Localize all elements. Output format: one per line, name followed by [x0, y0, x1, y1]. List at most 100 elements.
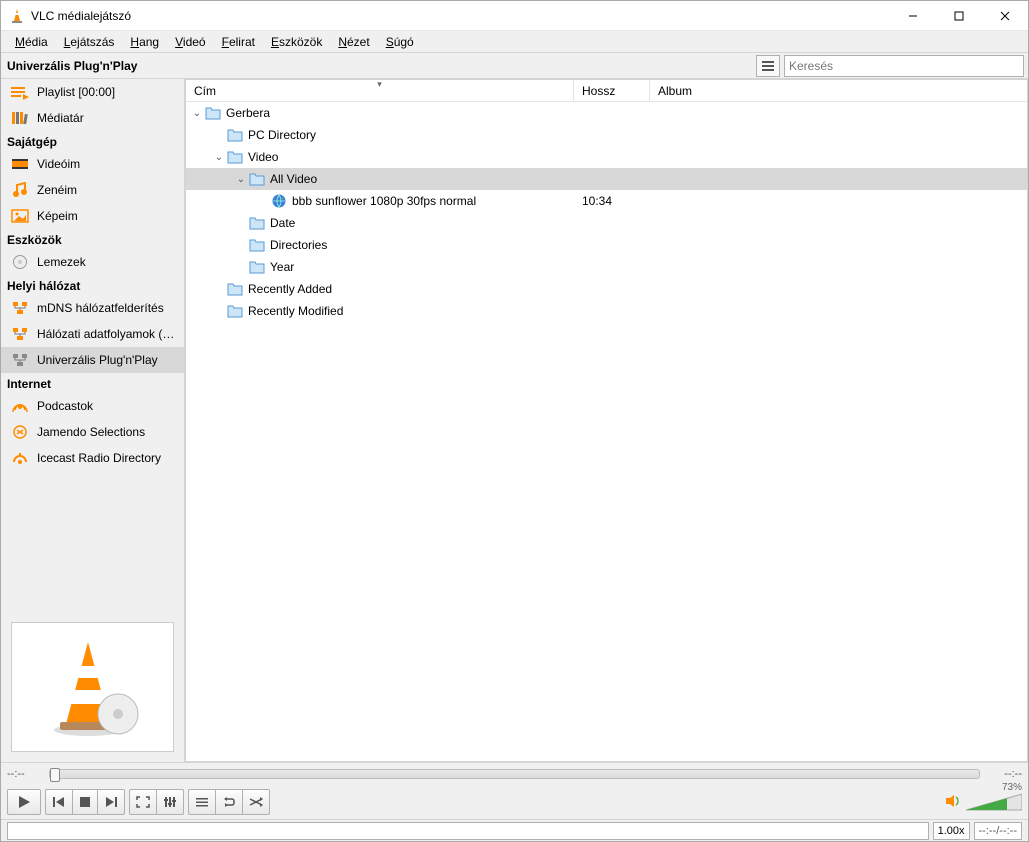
sidebar: Playlist [00:00] Médiatár Sajátgép Videóim Z… — [1, 79, 185, 762]
folder-icon — [248, 215, 266, 231]
tree-label: PC Directory — [248, 128, 316, 142]
media-tree: ⌄GerberaPC Directory⌄Video⌄All Videobbb … — [186, 102, 1027, 761]
sidebar-item-library[interactable]: Médiatár — [1, 105, 184, 131]
sidebar-header: Sajátgép — [1, 131, 184, 151]
sidebar-item-jamendo[interactable]: Jamendo Selections — [1, 419, 184, 445]
sidebar-item-label: Videóim — [37, 157, 80, 171]
menu-hang[interactable]: Hang — [122, 33, 167, 51]
sidebar-item-label: Zenéim — [37, 183, 77, 197]
playlist-button[interactable] — [188, 789, 215, 815]
pictures-icon — [11, 207, 29, 225]
mute-button[interactable] — [944, 793, 962, 812]
menu-eszközök[interactable]: Eszközök — [263, 33, 330, 51]
tree-label: Directories — [270, 238, 327, 252]
sidebar-item-label: Médiatár — [37, 111, 84, 125]
sidebar-item-podcast[interactable]: Podcastok — [1, 393, 184, 419]
sidebar-item-label: Képeim — [37, 209, 78, 223]
time-display[interactable]: --:--/--:-- — [974, 822, 1022, 840]
expander-icon[interactable]: ⌄ — [212, 152, 226, 163]
volume-slider[interactable]: 73% — [966, 792, 1022, 812]
folder-icon — [226, 281, 244, 297]
sidebar-header: Internet — [1, 373, 184, 393]
next-button[interactable] — [97, 789, 125, 815]
sidebar-item-pictures[interactable]: Képeim — [1, 203, 184, 229]
tree-row[interactable]: Recently Modified — [186, 300, 1027, 322]
tree-row[interactable]: Directories — [186, 234, 1027, 256]
menu-média[interactable]: Média — [7, 33, 56, 51]
menu-súgó[interactable]: Súgó — [378, 33, 422, 51]
seek-slider[interactable] — [49, 769, 980, 779]
menu-videó[interactable]: Videó — [167, 33, 213, 51]
expander-icon[interactable]: ⌄ — [234, 174, 248, 185]
maximize-button[interactable] — [936, 1, 982, 31]
sidebar-item-video[interactable]: Videóim — [1, 151, 184, 177]
tree-row[interactable]: Recently Added — [186, 278, 1027, 300]
column-headers: Cím ▾ Hossz Album — [186, 80, 1027, 102]
tree-row[interactable]: Date — [186, 212, 1027, 234]
view-mode-button[interactable] — [756, 55, 780, 77]
tree-label: Gerbera — [226, 106, 270, 120]
tree-row[interactable]: Year — [186, 256, 1027, 278]
close-button[interactable] — [982, 1, 1028, 31]
menu-lejátszás[interactable]: Lejátszás — [56, 33, 123, 51]
podcast-icon — [11, 397, 29, 415]
shuffle-button[interactable] — [242, 789, 270, 815]
playlist-view: Cím ▾ Hossz Album ⌄ Gerbera PC Directory ⌄V… — [185, 79, 1028, 762]
sidebar-item-playlist[interactable]: Playlist [00:00] — [1, 79, 184, 105]
tree-row[interactable]: ⌄Video — [186, 146, 1027, 168]
playback-speed[interactable]: 1.00x — [933, 822, 970, 840]
sidebar-item-label: Playlist [00:00] — [37, 85, 115, 99]
video-icon — [11, 155, 29, 173]
tree-label: Year — [270, 260, 294, 274]
fullscreen-button[interactable] — [129, 789, 156, 815]
upnp-icon — [11, 351, 29, 369]
play-button[interactable] — [7, 789, 41, 815]
folder-icon — [204, 105, 222, 121]
folder-icon — [226, 149, 244, 165]
sidebar-item-net[interactable]: mDNS hálózatfelderítés — [1, 295, 184, 321]
library-icon — [11, 109, 29, 127]
sidebar-item-music[interactable]: Zenéim — [1, 177, 184, 203]
tree-label: Date — [270, 216, 295, 230]
sidebar-item-label: Jamendo Selections — [37, 425, 145, 439]
folder-icon — [226, 127, 244, 143]
net-icon — [11, 299, 29, 317]
tree-row[interactable]: PC Directory — [186, 124, 1027, 146]
column-title[interactable]: Cím ▾ — [186, 80, 574, 101]
sidebar-item-disc[interactable]: Lemezek — [1, 249, 184, 275]
globe-icon — [270, 193, 288, 209]
elapsed-time[interactable]: --:-- — [7, 768, 43, 780]
sidebar-item-label: Icecast Radio Directory — [37, 451, 161, 465]
stop-button[interactable] — [72, 789, 97, 815]
column-album[interactable]: Album — [650, 80, 1027, 101]
folder-icon — [248, 171, 266, 187]
menu-nézet[interactable]: Nézet — [330, 33, 377, 51]
column-length[interactable]: Hossz — [574, 80, 650, 101]
title-bar: VLC médialejátszó — [1, 1, 1028, 31]
tree-length: 10:34 — [574, 194, 650, 208]
remaining-time[interactable]: --:-- — [986, 768, 1022, 780]
expander-icon[interactable]: ⌄ — [190, 108, 204, 119]
tree-row[interactable]: bbb sunflower 1080p 30fps normal10:34 — [186, 190, 1027, 212]
extended-settings-button[interactable] — [156, 789, 184, 815]
playlist-toolbar: Univerzális Plug'n'Play Keresés — [1, 53, 1028, 79]
minimize-button[interactable] — [890, 1, 936, 31]
search-input[interactable]: Keresés — [784, 55, 1024, 77]
disc-icon — [11, 253, 29, 271]
menu-felirat[interactable]: Felirat — [214, 33, 263, 51]
sidebar-header: Eszközök — [1, 229, 184, 249]
previous-button[interactable] — [45, 789, 72, 815]
seek-handle[interactable] — [50, 768, 60, 782]
window-title: VLC médialejátszó — [31, 9, 890, 23]
sidebar-item-net[interactable]: Hálózati adatfolyamok (S... — [1, 321, 184, 347]
sidebar-item-label: Podcastok — [37, 399, 93, 413]
loop-button[interactable] — [215, 789, 242, 815]
tree-row[interactable]: ⌄ All Video — [186, 168, 1027, 190]
folder-icon — [248, 259, 266, 275]
sidebar-item-icecast[interactable]: Icecast Radio Directory — [1, 445, 184, 471]
folder-icon — [248, 237, 266, 253]
sidebar-item-label: Hálózati adatfolyamok (S... — [37, 327, 178, 341]
tree-label: All Video — [270, 172, 317, 186]
sidebar-item-upnp[interactable]: Univerzális Plug'n'Play — [1, 347, 184, 373]
tree-row[interactable]: ⌄ Gerbera — [186, 102, 1027, 124]
